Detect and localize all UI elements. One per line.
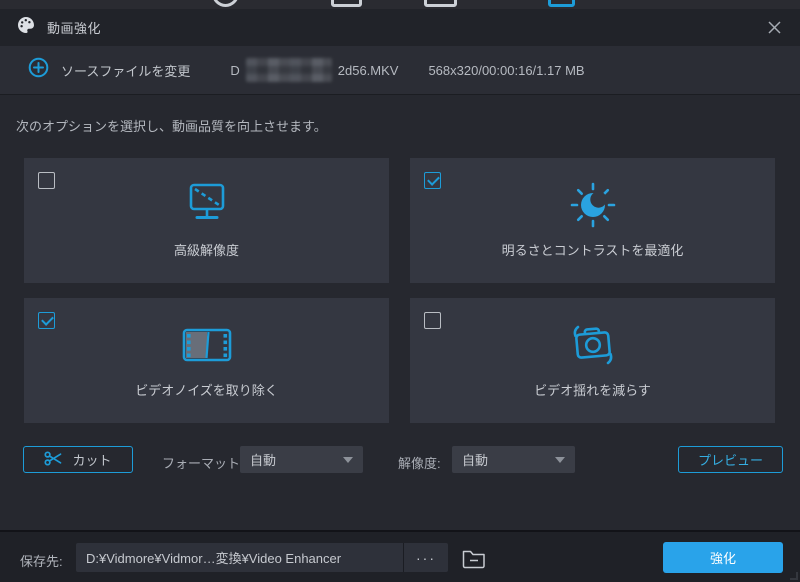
open-folder-icon[interactable] [460,546,488,570]
camera-shake-icon [410,316,775,374]
plus-circle-icon [28,57,49,83]
option-label: ビデオノイズを取り除く [24,380,389,399]
dialog-title: 動画強化 [47,18,101,37]
format-dropdown[interactable]: 自動 [240,446,363,473]
resolution-label: 解像度: [398,453,441,472]
partial-rect-icon [331,0,362,7]
chevron-down-icon [343,457,353,463]
option-card-remove-noise[interactable]: ビデオノイズを取り除く [24,298,389,423]
cut-label: カット [72,450,111,469]
close-icon[interactable] [764,18,784,38]
partial-active-tab-icon [548,0,575,7]
option-label: ビデオ揺れを減らす [410,380,775,399]
resolution-dropdown[interactable]: 自動 [452,446,575,473]
save-path-input[interactable]: D:¥Vidmore¥Vidmor…変換¥Video Enhancer ··· [76,543,448,572]
resize-grip[interactable] [790,572,798,580]
file-name: 2d56.MKV [338,63,399,78]
cut-button[interactable]: カット [23,446,133,473]
footer-bar: 保存先: D:¥Vidmore¥Vidmor…変換¥Video Enhancer… [0,530,800,582]
resolution-value: 自動 [462,450,488,469]
scissors-icon [44,451,63,469]
option-card-reduce-shake[interactable]: ビデオ揺れを減らす [410,298,775,423]
dialog-titlebar: 動画強化 [0,9,800,46]
format-label: フォーマット: [162,453,244,472]
option-card-advanced-resolution[interactable]: 高級解像度 [24,158,389,283]
file-path-prefix: D [230,63,239,78]
option-label: 明るさとコントラストを最適化 [410,240,775,259]
browse-path-button[interactable]: ··· [404,543,448,572]
monitor-resolution-icon [24,176,389,234]
change-source-button[interactable]: ソースファイルを変更 [28,57,190,83]
chevron-down-icon [555,457,565,463]
preview-button[interactable]: プレビュー [678,446,783,473]
brightness-sun-icon [410,176,775,234]
preview-label: プレビュー [698,450,763,469]
format-value: 自動 [250,450,276,469]
partial-rect-icon [424,0,457,7]
source-file-row: ソースファイルを変更 D 2d56.MKV 568x320/00:00:16/1… [0,46,800,94]
background-toolbar-strip [0,0,800,9]
video-enhance-dialog: 動画強化 ソースファイルを変更 D 2d56.MKV 568x320/00:00… [0,0,800,582]
file-info: 568x320/00:00:16/1.17 MB [428,63,584,78]
partial-circle-icon [212,0,239,7]
instruction-text: 次のオプションを選択し、動画品質を向上させます。 [16,116,327,135]
option-label: 高級解像度 [24,240,389,259]
save-destination-label: 保存先: [20,551,63,570]
divider [0,94,800,95]
enhance-button[interactable]: 強化 [663,542,783,573]
save-path-value: D:¥Vidmore¥Vidmor…変換¥Video Enhancer [76,543,403,572]
change-source-label: ソースファイルを変更 [61,61,190,80]
option-card-brightness-contrast[interactable]: 明るさとコントラストを最適化 [410,158,775,283]
palette-icon [16,15,36,40]
redacted-path-blur [246,58,332,82]
film-strip-noise-icon [24,316,389,374]
